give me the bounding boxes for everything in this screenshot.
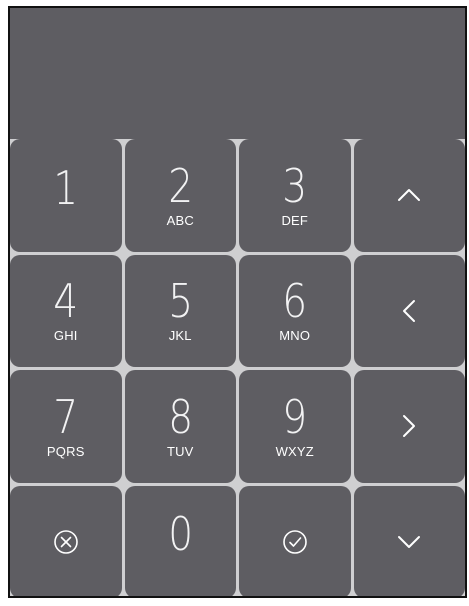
key-digit: 7 [53, 389, 79, 444]
chevron-right-icon [403, 415, 416, 438]
key-letters: WXYZ [275, 443, 314, 459]
key-8[interactable]: 8 TUV [124, 370, 236, 483]
key-3[interactable]: 3 DEF [239, 139, 351, 252]
key-1[interactable]: 1 [10, 139, 122, 252]
down-button[interactable] [353, 485, 465, 596]
right-button[interactable] [353, 370, 465, 483]
chevron-down-icon [398, 535, 421, 548]
key-letters: GHI [53, 328, 78, 344]
key-digit: 5 [167, 274, 193, 329]
key-6[interactable]: 6 MNO [239, 254, 351, 367]
key-5[interactable]: 5 JKL [124, 254, 236, 367]
key-letters: DEF [281, 212, 309, 228]
key-digit: 6 [282, 274, 308, 329]
key-digit: 1 [53, 160, 79, 215]
key-4[interactable]: 4 GHI [10, 254, 122, 367]
key-digit: 0 [167, 507, 193, 562]
left-button[interactable] [353, 254, 465, 367]
key-letters: TUV [166, 443, 194, 459]
key-letters: PQRS [46, 443, 85, 459]
input-display [10, 8, 465, 139]
confirm-circle-check-icon [282, 529, 307, 554]
confirm-button[interactable] [239, 485, 351, 596]
clear-button[interactable] [10, 485, 122, 596]
up-button[interactable] [353, 139, 465, 252]
key-letters: MNO [279, 328, 311, 344]
key-0[interactable]: 0 [124, 485, 236, 596]
clear-circle-x-icon [53, 529, 78, 554]
key-2[interactable]: 2 ABC [124, 139, 236, 252]
key-digit: 8 [167, 389, 193, 444]
key-digit: 4 [53, 274, 79, 329]
key-digit: 3 [282, 158, 308, 213]
key-letters: ABC [166, 212, 194, 228]
key-9[interactable]: 9 WXYZ [239, 370, 351, 483]
chevron-up-icon [398, 189, 421, 202]
key-digit: 9 [282, 389, 308, 444]
key-digit: 2 [167, 158, 193, 213]
key-letters: JKL [168, 328, 192, 344]
key-7[interactable]: 7 PQRS [10, 370, 122, 483]
keypad-window: 1 2 ABC 3 DEF 4 GHI 5 JKL 6 MNO 7 PQRS 8… [8, 6, 467, 598]
chevron-left-icon [403, 299, 416, 322]
keypad-grid: 1 2 ABC 3 DEF 4 GHI 5 JKL 6 MNO 7 PQRS 8… [10, 139, 465, 596]
